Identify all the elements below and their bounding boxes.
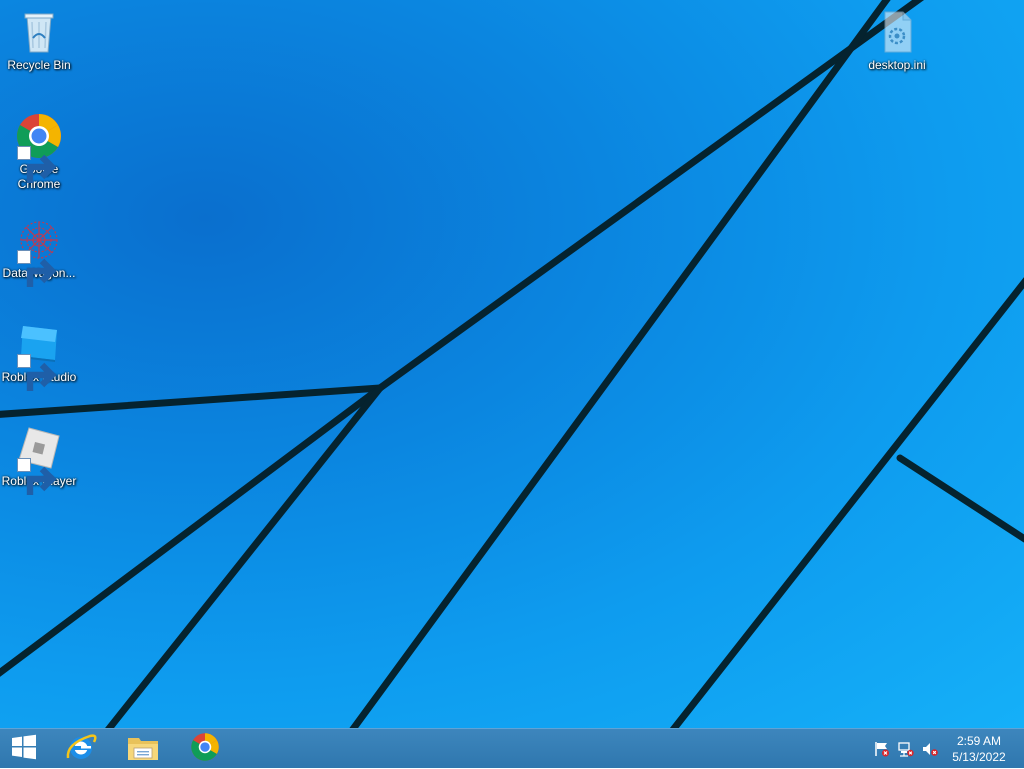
desktop[interactable]: Recycle Bin Google Chrome DataWagon... R… [0,0,1024,728]
taskbar-google-chrome[interactable] [178,729,232,769]
chrome-icon [15,112,63,183]
internet-explorer-icon [64,730,98,769]
action-center-flag-icon[interactable] [874,741,890,757]
roblox-player-icon [15,424,63,495]
shortcut-arrow-icon [17,458,57,495]
windows-start-icon [11,734,37,765]
shortcut-arrow-icon [17,250,57,287]
wallpaper-lines [0,0,1024,728]
shortcut-arrow-icon [17,354,57,391]
recycle-bin-icon [15,8,63,56]
desktop-icon-label: desktop.ini [868,58,926,72]
network-icon[interactable] [898,741,914,757]
desktop-icon-datawagon[interactable]: DataWagon... [0,216,79,287]
ini-file-icon [873,8,921,56]
taskbar-internet-explorer[interactable] [54,729,108,769]
taskbar-file-explorer[interactable] [116,729,170,769]
desktop-icon-google-chrome[interactable]: Google Chrome [0,112,79,192]
taskbar: 2:59 AM 5/13/2022 [0,728,1024,768]
clock-date: 5/13/2022 [952,750,1006,764]
desktop-icon-recycle-bin[interactable]: Recycle Bin [0,8,79,73]
taskbar-clock[interactable]: 2:59 AM 5/13/2022 [944,733,1014,765]
chrome-icon [190,732,220,767]
desktop-icon-roblox-player[interactable]: Roblox Player [0,424,79,495]
start-button[interactable] [0,729,48,769]
desktop-icon-desktop-ini[interactable]: desktop.ini [857,8,937,73]
shortcut-arrow-icon [17,146,57,183]
volume-muted-icon[interactable] [922,741,938,757]
clock-time: 2:59 AM [956,734,1002,748]
datawagon-icon [15,216,63,287]
file-explorer-icon [126,730,160,769]
desktop-icon-label: Recycle Bin [7,58,71,72]
desktop-icon-roblox-studio[interactable]: Roblox Studio [0,320,79,391]
roblox-studio-icon [15,320,63,391]
